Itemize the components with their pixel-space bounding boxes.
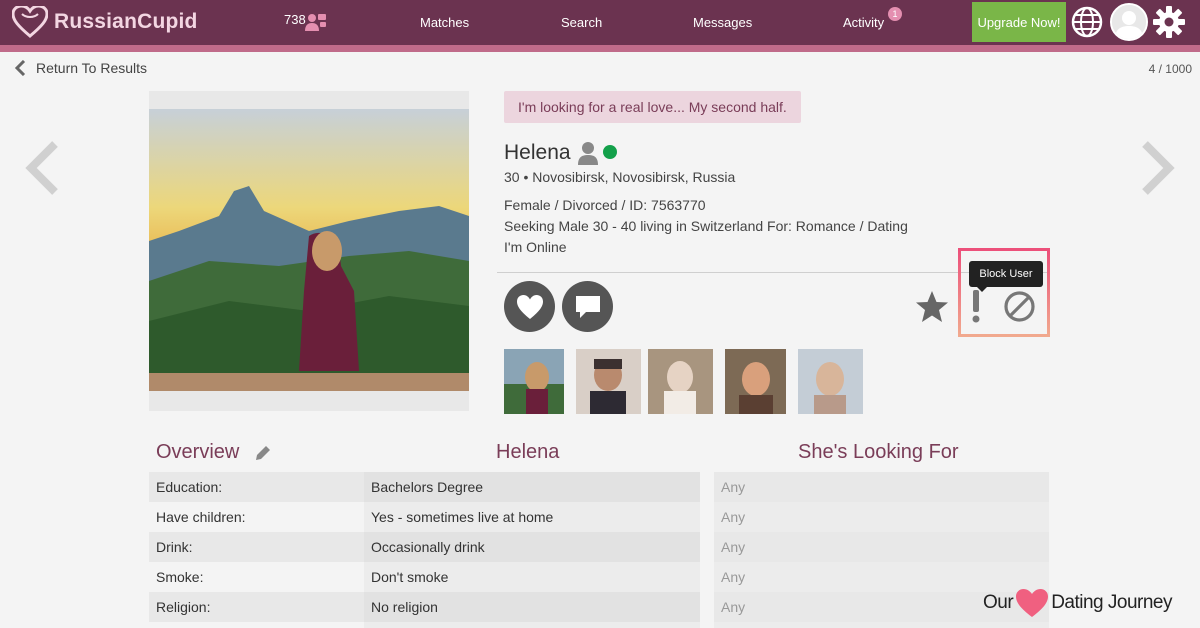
thumbnail-image xyxy=(504,349,564,414)
profile-photo-image xyxy=(149,109,469,391)
favorite-star-icon[interactable] xyxy=(914,289,950,325)
row-preference: Any xyxy=(714,472,1049,502)
photo-thumbnail[interactable] xyxy=(798,349,863,414)
watermark-text-left: Our xyxy=(983,592,1014,613)
row-label: Religion: xyxy=(149,592,364,622)
next-profile-arrow-icon[interactable] xyxy=(1138,140,1178,196)
photo-thumbnail[interactable] xyxy=(648,349,713,414)
heart-icon xyxy=(516,294,543,319)
row-value: No religion xyxy=(364,592,700,622)
nav-messages[interactable]: Messages xyxy=(693,15,752,30)
looking-for-heading: She's Looking For xyxy=(798,441,959,463)
profile-status: I'm Online xyxy=(504,239,567,255)
avatar[interactable] xyxy=(1110,3,1148,41)
block-icon[interactable] xyxy=(1003,290,1036,323)
row-value: Bachelors Degree xyxy=(364,472,700,502)
row-value: Occasionally drink xyxy=(364,532,700,562)
edit-pencil-icon[interactable] xyxy=(254,444,272,462)
heart-logo-icon xyxy=(12,6,48,38)
thumbnail-image xyxy=(725,349,786,414)
person-icon xyxy=(578,142,598,165)
overview-heading: Overview xyxy=(156,441,240,463)
watermark-text-right: Dating Journey xyxy=(1051,592,1172,613)
avatar-icon xyxy=(1112,5,1146,39)
photo-thumbnail[interactable] xyxy=(576,349,641,414)
chevron-left-icon xyxy=(14,60,26,76)
previous-profile-arrow-icon[interactable] xyxy=(22,140,62,196)
gear-icon[interactable] xyxy=(1152,5,1186,39)
globe-icon[interactable] xyxy=(1071,6,1103,38)
upgrade-button[interactable]: Upgrade Now! xyxy=(972,2,1066,42)
like-button[interactable] xyxy=(504,281,555,332)
thumbnail-image xyxy=(798,349,863,414)
logo[interactable]: RussianCupid xyxy=(12,5,198,39)
nav-stripe xyxy=(0,45,1200,52)
her-column-heading: Helena xyxy=(496,441,560,463)
row-value: Yes - sometimes live at home xyxy=(364,502,700,532)
row-preference: Any xyxy=(714,502,1049,532)
report-exclamation-icon[interactable] xyxy=(965,288,987,324)
nav-search[interactable]: Search xyxy=(561,15,602,30)
profile-location: 30 • Novosibirsk, Novosibirsk, Russia xyxy=(504,169,736,185)
result-pager: 4 / 1000 xyxy=(1148,62,1192,76)
return-label: Return To Results xyxy=(36,60,148,76)
row-label: Drink: xyxy=(149,532,364,562)
photo-thumbnail[interactable] xyxy=(504,349,564,414)
nav-activity[interactable]: Activity xyxy=(843,15,884,30)
thumbnail-image xyxy=(576,349,641,414)
online-status-dot xyxy=(603,145,617,159)
people-icon[interactable] xyxy=(305,12,327,32)
photo-thumbnail[interactable] xyxy=(725,349,786,414)
heart-icon xyxy=(1016,589,1049,617)
row-label: Smoke: xyxy=(149,562,364,592)
profile-seeking: Seeking Male 30 - 40 living in Switzerla… xyxy=(504,218,908,234)
online-count[interactable]: 738 xyxy=(284,12,306,27)
activity-badge: 1 xyxy=(888,7,902,21)
profile-name: Helena xyxy=(504,141,571,164)
row-label: Have children: xyxy=(149,502,364,532)
message-button[interactable] xyxy=(562,281,613,332)
block-user-tooltip: Block User xyxy=(969,261,1043,292)
profile-details: Female / Divorced / ID: 7563770 xyxy=(504,197,706,213)
thumbnail-image xyxy=(648,349,713,414)
row-label xyxy=(149,622,364,628)
row-preference xyxy=(714,622,1049,628)
row-preference: Any xyxy=(714,532,1049,562)
row-value: Don't smoke xyxy=(364,562,700,592)
row-label: Education: xyxy=(149,472,364,502)
row-value xyxy=(364,622,700,628)
logo-text: RussianCupid xyxy=(54,10,198,33)
nav-matches[interactable]: Matches xyxy=(420,15,469,30)
chat-bubble-icon xyxy=(575,295,600,318)
profile-tagline: I'm looking for a real love... My second… xyxy=(504,91,801,123)
return-to-results-link[interactable]: Return To Results xyxy=(14,60,147,76)
watermark: Our Dating Journey xyxy=(983,588,1172,618)
main-profile-photo[interactable] xyxy=(149,91,469,411)
